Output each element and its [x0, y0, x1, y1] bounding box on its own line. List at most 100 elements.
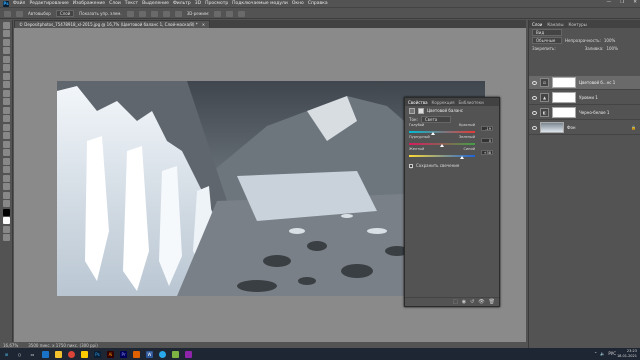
tab-layers[interactable]: Слои [532, 22, 542, 27]
preserve-luminosity-row[interactable]: ✓ Сохранить свечение [405, 163, 499, 170]
yandex-icon[interactable] [81, 350, 88, 358]
minimize-button[interactable]: — [607, 0, 612, 5]
visibility-eye-icon[interactable] [532, 95, 537, 100]
blend-mode-dropdown[interactable]: Обычные [532, 36, 562, 44]
zoom-tool-icon[interactable] [3, 191, 10, 199]
visibility-eye-icon[interactable] [532, 110, 537, 115]
gradient-tool-icon[interactable] [3, 123, 10, 131]
dodge-tool-icon[interactable] [3, 140, 10, 148]
cyan-red-slider[interactable]: Голубой Красный -19 [405, 123, 499, 135]
layer-row[interactable]: ▲ Уровни 1 [529, 91, 640, 105]
slider-track[interactable] [409, 155, 475, 157]
zoom-level[interactable]: 16,67% [3, 343, 18, 348]
layer-row[interactable]: ◧ Черно-белое 1 [529, 106, 640, 120]
slider-value-input[interactable]: -19 [481, 126, 493, 131]
layer-mask-thumbnail[interactable] [552, 107, 576, 118]
type-tool-icon[interactable] [3, 157, 10, 165]
align-left-icon[interactable] [126, 10, 134, 17]
tab-libraries[interactable]: Библиотеки [459, 100, 484, 105]
app-icon[interactable] [172, 350, 179, 358]
quick-select-tool-icon[interactable] [3, 47, 10, 54]
mask-icon[interactable] [418, 107, 424, 114]
reset-icon[interactable]: ↺ [470, 299, 474, 305]
layer-name[interactable]: Уровни 1 [579, 95, 598, 100]
menu-type[interactable]: Текст [125, 1, 138, 6]
clone-stamp-tool-icon[interactable] [3, 98, 10, 105]
menu-layers[interactable]: Слои [109, 1, 121, 6]
illustrator-icon[interactable]: Ai [107, 350, 114, 358]
visibility-icon[interactable]: 👁 [478, 299, 484, 305]
maximize-button[interactable]: ❐ [620, 0, 624, 5]
slider-knob[interactable] [459, 156, 464, 159]
history-brush-tool-icon[interactable] [3, 106, 10, 114]
edge-icon[interactable] [42, 350, 49, 358]
hand-tool-icon[interactable] [3, 183, 10, 190]
autoselect-checkbox[interactable]: Автовыбор [28, 11, 51, 16]
tone-dropdown[interactable]: Света [420, 115, 451, 123]
home-icon[interactable] [4, 10, 11, 17]
opacity-value[interactable]: 100% [604, 38, 615, 43]
eyedropper-tool-icon[interactable] [3, 72, 10, 80]
blur-tool-icon[interactable] [3, 132, 10, 139]
photoshop-logo-icon[interactable]: Ps [3, 0, 9, 7]
tab-properties[interactable]: Свойства [408, 100, 428, 105]
clock[interactable]: 23:23 18.01.2021 [617, 349, 637, 359]
menu-edit[interactable]: Редактирование [29, 1, 68, 6]
explorer-icon[interactable] [55, 350, 62, 358]
yellow-blue-slider[interactable]: Желтый Синий +38 [405, 147, 499, 159]
show-controls-checkbox[interactable]: Показать упр. элем. [79, 11, 121, 16]
task-view-icon[interactable]: ▭ [29, 351, 36, 358]
menu-file[interactable]: Файл [13, 1, 25, 6]
layer-name[interactable]: Черно-белое 1 [579, 110, 609, 115]
3d-orbit-icon[interactable] [214, 10, 222, 17]
premiere-icon[interactable]: Pr [120, 350, 127, 358]
3d-roll-icon[interactable] [226, 10, 234, 17]
close-document-button[interactable]: × [202, 22, 205, 27]
visibility-eye-icon[interactable] [532, 125, 537, 130]
slider-value-input[interactable]: 0 [481, 138, 493, 143]
document-tab[interactable]: © Depositphotos_75478918_xl-2015.jpg @ 1… [14, 20, 211, 28]
visibility-eye-icon[interactable] [532, 80, 537, 85]
layer-mask-thumbnail[interactable] [552, 77, 576, 88]
path-select-tool-icon[interactable] [3, 166, 10, 173]
magenta-green-slider[interactable]: Пурпурный Зеленый 0 [405, 135, 499, 147]
more-tools-icon[interactable] [3, 200, 10, 207]
layer-select-dropdown[interactable]: Слой [55, 10, 75, 17]
slider-value-input[interactable]: +38 [481, 150, 493, 155]
tab-adjustments[interactable]: Коррекция [432, 100, 455, 105]
menu-select[interactable]: Выделение [142, 1, 169, 6]
lasso-tool-icon[interactable] [3, 38, 10, 46]
menu-view[interactable]: Просмотр [205, 1, 228, 6]
frame-tool-icon[interactable] [3, 64, 10, 71]
fill-value[interactable]: 100% [606, 46, 617, 51]
tab-channels[interactable]: Каналы [547, 22, 563, 27]
marquee-tool-icon[interactable] [3, 30, 10, 37]
menu-3d[interactable]: 3D [195, 1, 201, 6]
move-tool-icon[interactable] [3, 21, 10, 29]
menu-plugins[interactable]: Подключаемые модули [232, 1, 288, 6]
search-icon[interactable]: ○ [16, 351, 23, 358]
tab-paths[interactable]: Контуры [568, 22, 586, 27]
menu-filter[interactable]: Фильтр [173, 1, 191, 6]
chrome-icon[interactable] [68, 350, 75, 358]
layer-name[interactable]: Цветовой б...нс 1 [579, 80, 615, 85]
brush-tool-icon[interactable] [3, 89, 10, 97]
windows-start-icon[interactable]: ⊞ [3, 351, 10, 358]
layer-name[interactable]: Фон [567, 125, 576, 130]
clip-icon[interactable]: ⬚ [453, 299, 458, 305]
quick-mask-icon[interactable] [3, 225, 10, 233]
ps-taskbar-icon[interactable]: Ps [94, 350, 101, 358]
menu-help[interactable]: Справка [308, 1, 328, 6]
background-color-swatch[interactable] [3, 217, 10, 224]
trash-icon[interactable]: 🗑 [489, 299, 495, 305]
preserve-luminosity-checkbox[interactable]: ✓ [409, 163, 413, 170]
slider-track[interactable] [409, 131, 475, 133]
layer-row[interactable]: ⚖ Цветовой б...нс 1 [529, 76, 640, 90]
view-previous-icon[interactable]: ◉ [462, 299, 466, 305]
volume-icon[interactable]: 🔈 [600, 351, 605, 356]
rectangle-tool-icon[interactable] [3, 174, 10, 182]
eraser-tool-icon[interactable] [3, 115, 10, 122]
layer-mask-thumbnail[interactable] [552, 92, 576, 103]
menu-image[interactable]: Изображение [73, 1, 105, 6]
word-icon[interactable]: W [146, 350, 153, 358]
